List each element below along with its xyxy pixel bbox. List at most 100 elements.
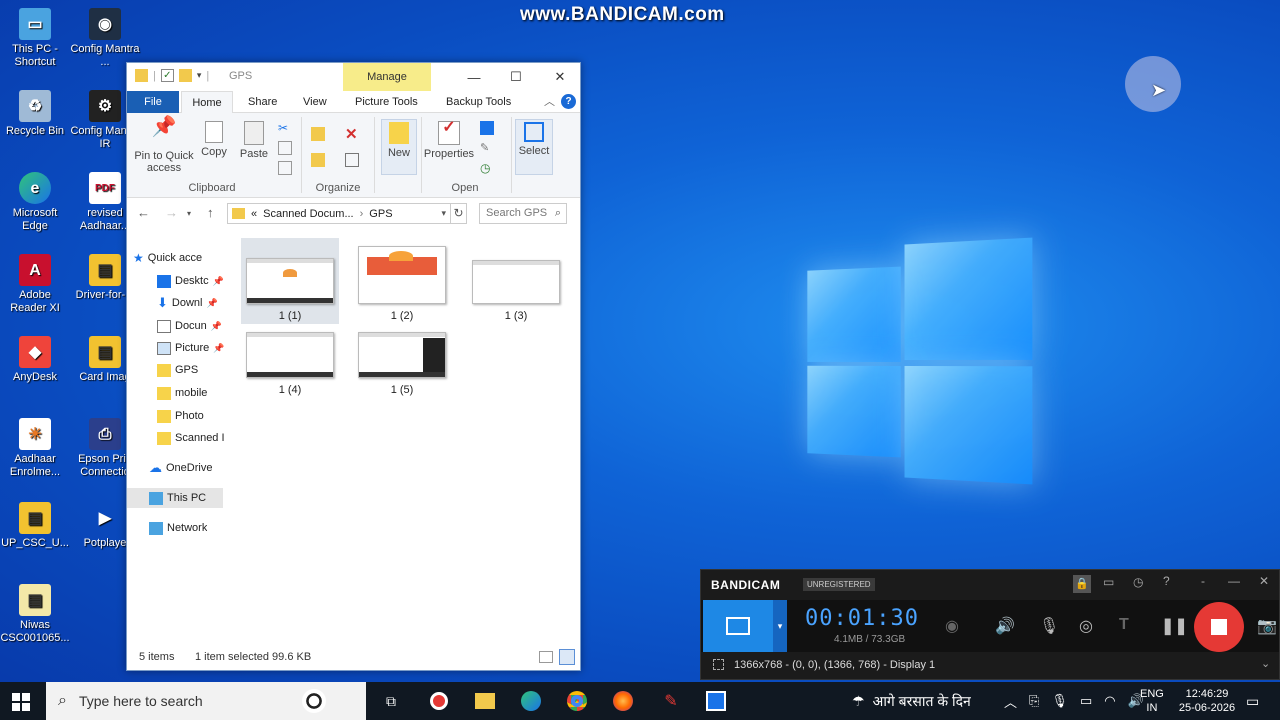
nav-scanned[interactable]: Scanned I [157,428,225,448]
pin-quick-access-button[interactable]: 📌 Pin to Quick access [131,117,197,174]
wifi-icon[interactable]: ◠ [1104,693,1115,709]
nav-this-pc[interactable]: This PC [127,488,223,508]
desktop-icon-anydesk[interactable]: ◆ AnyDesk [0,336,70,384]
desktop-icon-this-pc[interactable]: ▭ This PC - Shortcut [0,8,70,69]
language-indicator[interactable]: ENG IN [1140,682,1164,720]
address-box[interactable]: « Scanned Docum... › GPS ▾ [227,203,451,224]
desktop-icon-up-csc[interactable]: ▤ UP_CSC_U... [0,502,70,550]
cut-icon[interactable]: ✂ [278,121,292,135]
copy-button[interactable]: Copy [199,121,229,158]
select-button[interactable]: Select [515,119,553,175]
rename-icon[interactable] [345,153,359,167]
up-arrow-icon[interactable]: ↑ [207,205,214,220]
desktop-icon-recycle-bin[interactable]: ♻ Recycle Bin [0,90,70,138]
battery-icon[interactable]: ▭ [1080,693,1092,709]
usb-icon[interactable]: ⎘ [1029,693,1039,709]
folder-icon[interactable]: ▭ [1103,575,1114,589]
new-button[interactable]: New [381,119,417,175]
tab-home[interactable]: Home [181,91,233,113]
pause-icon[interactable]: ❚❚ [1161,616,1188,636]
desktop-icon-config-mantra[interactable]: ◉ Config Mantra ... [70,8,140,69]
nav-network[interactable]: Network [149,518,207,538]
task-view-icon[interactable]: ⧉ [378,689,404,713]
properties-button[interactable]: ✓ Properties [423,120,475,161]
close-button[interactable]: ✕ [539,63,581,91]
cursor-effect-icon[interactable]: ◎ [1079,616,1093,636]
desktop-icon-edge[interactable]: e Microsoft Edge [0,172,70,233]
properties-check-icon[interactable]: ✓ [160,69,174,82]
search-input[interactable]: Search GPS ⌕ [479,203,567,224]
nav-pictures[interactable]: Picture 📌 [157,338,224,358]
details-view-icon[interactable] [539,651,553,663]
copy-path-icon[interactable] [278,141,292,155]
microphone-icon[interactable]: 🎙 [1051,693,1068,709]
nav-gps[interactable]: GPS [157,360,198,380]
screen-mode-button[interactable] [703,600,773,652]
firefox-taskbar-icon[interactable] [610,689,636,713]
chrome-taskbar-icon[interactable] [564,689,590,713]
nav-mobile[interactable]: mobile [157,383,207,403]
file-tile[interactable]: 1 (2) [353,238,451,324]
nav-quick-access[interactable]: ★ Quick acce [133,248,202,268]
recent-locations-icon[interactable]: ▾ [187,209,191,218]
edit-icon[interactable]: ✎ [480,141,494,155]
mode-dropdown-icon[interactable]: ▾ [773,600,787,652]
restore-icon[interactable]: — [1228,574,1240,588]
address-overflow[interactable]: « [251,208,257,220]
move-to-icon[interactable] [311,127,325,141]
delete-icon[interactable]: ✕ [345,125,359,143]
copy-to-icon[interactable] [311,153,325,167]
lock-icon[interactable]: 🔒 [1073,575,1091,593]
desktop-icon-aadhaar[interactable]: ☀ Aadhaar Enrolme... [0,418,70,479]
file-tile[interactable]: 1 (1) [241,238,339,324]
maximize-button[interactable]: ☐ [495,63,537,91]
manage-context-tab[interactable]: Manage [343,63,431,91]
help-icon[interactable]: ? [1163,574,1170,588]
tab-view[interactable]: View [303,91,327,113]
clock[interactable]: 12:46:29 25-06-2026 [1176,682,1238,720]
minimize-button[interactable]: — [453,63,495,91]
webcam-icon[interactable]: ◉ [945,616,959,636]
text-overlay-icon[interactable]: T [1119,616,1129,634]
file-explorer-taskbar-icon[interactable] [472,689,498,713]
collapse-ribbon-icon[interactable]: ︿ [544,91,555,113]
windows-start-icon[interactable] [12,693,30,711]
tab-picture-tools[interactable]: Picture Tools [355,91,418,113]
breadcrumb-scanned-documents[interactable]: Scanned Docum... [263,208,354,220]
file-tile[interactable]: 1 (4) [241,328,339,398]
large-icons-view-icon[interactable] [559,649,575,665]
paste-button[interactable]: Paste [237,121,271,160]
new-folder-icon[interactable] [178,69,192,82]
microphone-icon[interactable]: 🎙 [1039,616,1059,636]
screenshot-icon[interactable]: 📷 [1257,616,1277,636]
timer-icon[interactable]: ◷ [1133,575,1143,589]
stop-recording-button[interactable] [1194,602,1244,652]
taskbar-search-input[interactable]: ⌕ Type here to search [46,682,366,720]
nav-downloads[interactable]: ⬇ Downl 📌 [157,293,218,313]
nav-photo[interactable]: Photo [157,406,204,426]
back-arrow-icon[interactable]: ← [137,205,150,220]
tab-file[interactable]: File [127,91,179,113]
edge-taskbar-icon[interactable] [518,689,544,713]
minimize-icon[interactable]: - [1201,574,1205,588]
open-icon[interactable] [480,121,494,135]
paint-taskbar-icon[interactable] [703,689,729,713]
nav-documents[interactable]: Docun 📌 [157,316,222,336]
bandicam-taskbar-icon[interactable] [426,689,452,713]
chevron-down-icon[interactable]: ⌄ [1261,657,1270,670]
chevron-up-icon[interactable]: ︿ [1004,692,1017,711]
help-icon[interactable]: ? [561,94,576,109]
weather-widget[interactable]: ☂ आगे बरसात के दिन [852,682,971,720]
nav-onedrive[interactable]: ☁ OneDrive [149,458,212,478]
address-dropdown-icon[interactable]: ▾ [441,208,446,219]
app-taskbar-icon[interactable]: ✎ [658,689,684,713]
customize-toolbar-icon[interactable]: ▾ [197,70,202,81]
history-icon[interactable]: ◷ [480,161,494,175]
close-icon[interactable]: ✕ [1259,574,1269,588]
tab-share[interactable]: Share [248,91,277,113]
breadcrumb-separator[interactable]: › [360,208,364,220]
breadcrumb-gps[interactable]: GPS [369,208,392,220]
desktop-icon-adobe-reader[interactable]: A Adobe Reader XI [0,254,70,315]
notification-icon[interactable]: ▭ [1246,682,1259,720]
paste-shortcut-icon[interactable] [278,161,292,175]
